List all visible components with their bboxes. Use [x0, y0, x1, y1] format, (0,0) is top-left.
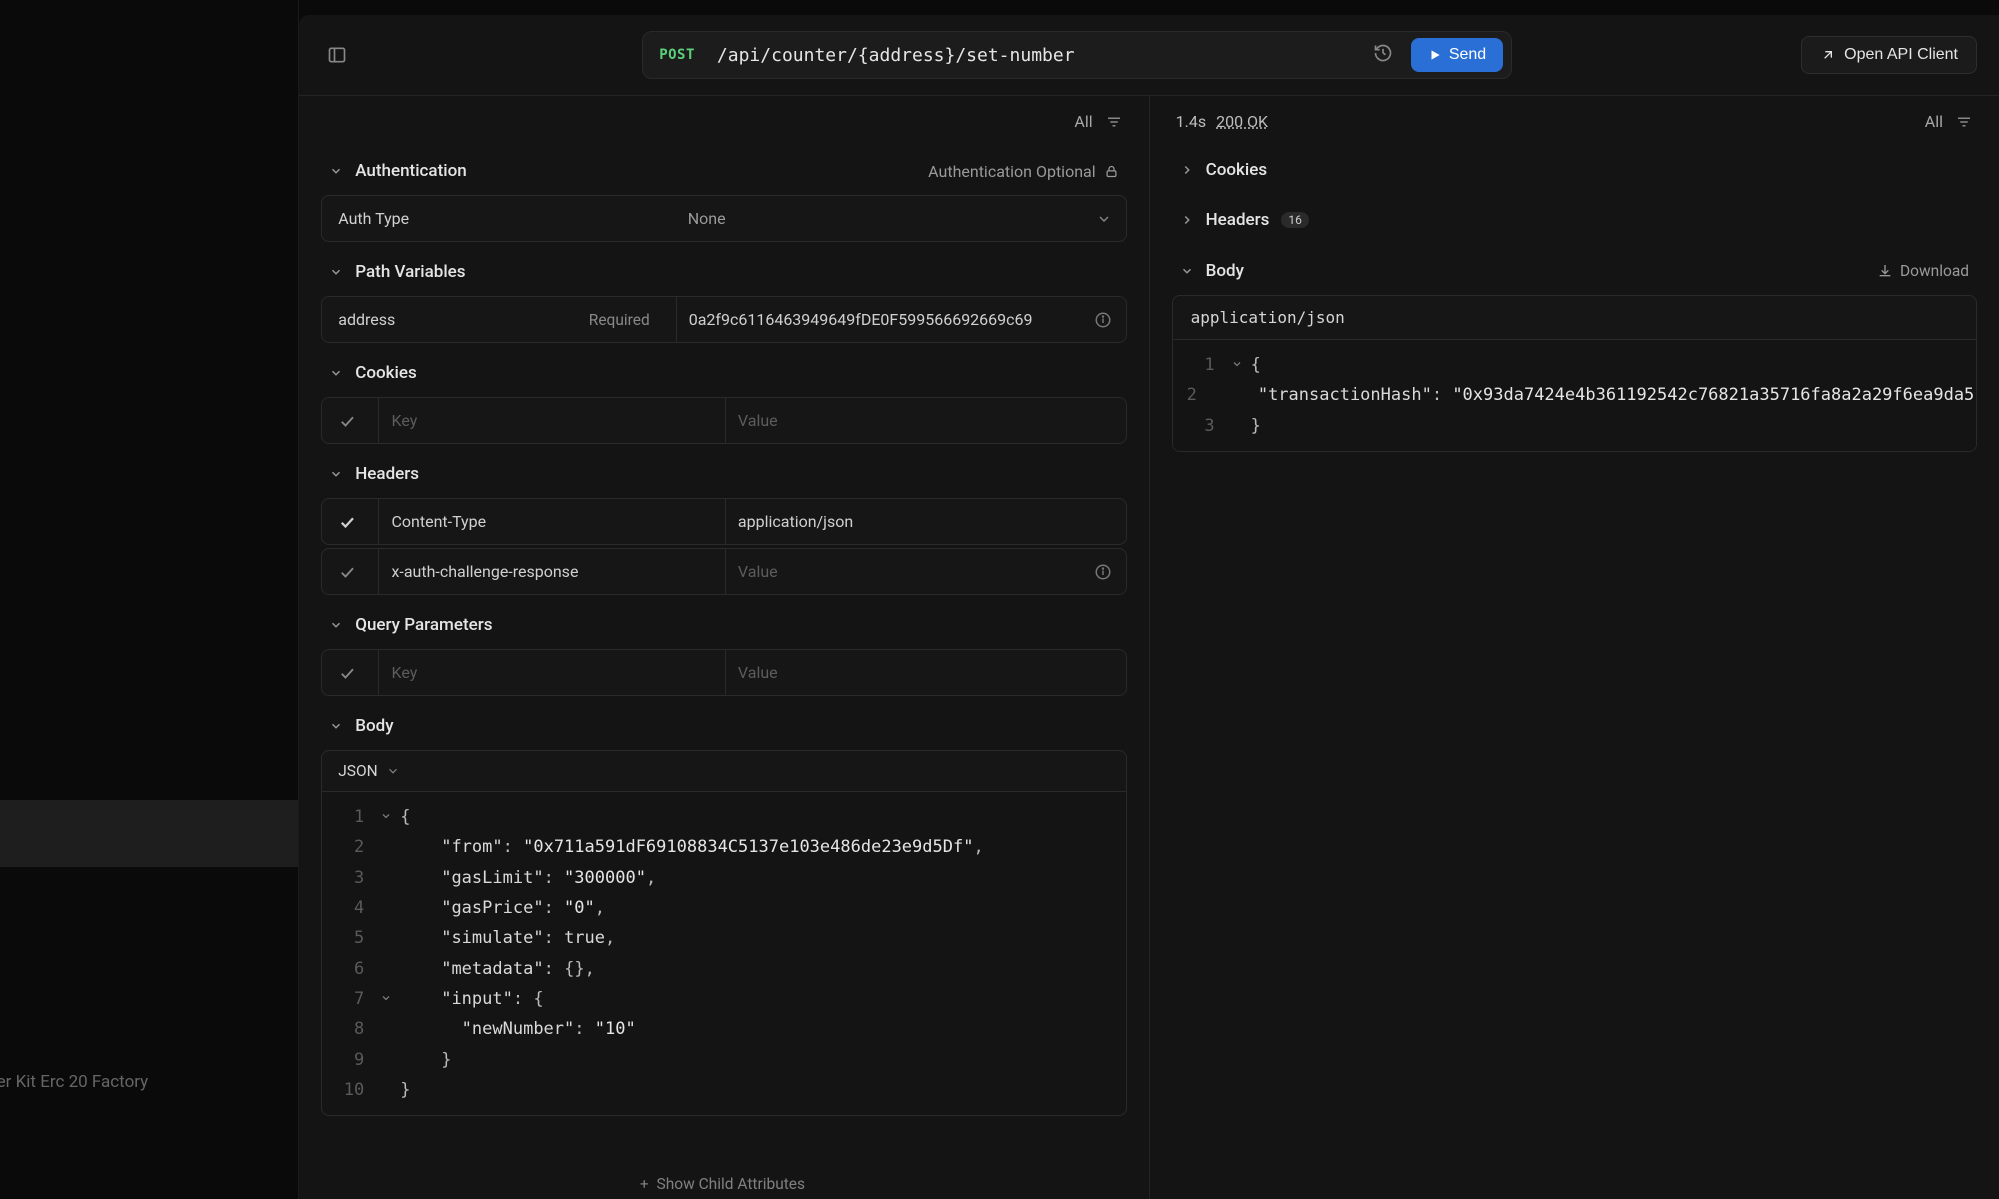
chevron-down-icon [1180, 264, 1194, 278]
topbar: POST /api/counter/{address}/set-number S… [299, 15, 1999, 96]
chevron-down-icon [329, 618, 343, 632]
body-type-select[interactable]: JSON [321, 750, 1126, 792]
resp-body-title: Body [1206, 261, 1244, 281]
chevron-down-icon [329, 265, 343, 279]
sidebar-background: wallwallwallwallwall/vewall wall/vewallw… [0, 0, 299, 1199]
open-api-client-label: Open API Client [1844, 46, 1958, 64]
auth-type-value: None [688, 196, 1086, 241]
chevron-right-icon [1180, 163, 1194, 177]
section-headers-req[interactable]: Headers [321, 448, 1126, 498]
path-var-key: address [338, 310, 395, 329]
show-child-attributes[interactable]: + Show Child Attributes [640, 1165, 805, 1193]
path-var-value-input[interactable] [689, 297, 1084, 342]
section-query-params[interactable]: Query Parameters [321, 599, 1126, 649]
response-body-viewer[interactable]: 1{2 "transactionHash": "0x93da7424e4b361… [1172, 340, 1977, 452]
section-cookies-resp[interactable]: Cookies [1150, 145, 1999, 195]
query-key-input[interactable] [391, 650, 710, 695]
section-cookies-req[interactable]: Cookies [321, 347, 1126, 397]
resp-headers-count: 16 [1281, 212, 1309, 228]
header-value[interactable]: application/json [738, 499, 1112, 544]
check-icon[interactable] [338, 563, 356, 581]
chevron-down-icon [329, 467, 343, 481]
lock-icon [1104, 164, 1119, 179]
required-tag: Required [589, 311, 660, 329]
send-button-label: Send [1449, 46, 1486, 64]
section-headers-resp[interactable]: Headers 16 [1150, 195, 1999, 245]
query-row-empty [321, 649, 1126, 696]
header-row: x-auth-challenge-response [321, 548, 1126, 595]
url-path[interactable]: /api/counter/{address}/set-number [717, 45, 1355, 66]
auth-optional-label: Authentication Optional [928, 162, 1095, 181]
header-value-input[interactable] [738, 549, 1084, 594]
request-filter-all[interactable]: All [1074, 112, 1092, 131]
chevron-down-icon [386, 764, 400, 778]
info-icon[interactable] [1094, 563, 1112, 581]
request-panel: All Authentication Authentication Option… [299, 96, 1149, 1199]
path-var-row: address Required [321, 296, 1126, 343]
chevron-down-icon [1096, 211, 1112, 227]
http-method-badge: POST [651, 45, 703, 65]
chevron-down-icon [329, 164, 343, 178]
query-value-input[interactable] [738, 650, 1112, 695]
cookie-row-empty [321, 397, 1126, 444]
query-title: Query Parameters [355, 615, 492, 635]
body-title: Body [355, 716, 393, 736]
check-icon[interactable] [338, 513, 356, 531]
request-body-editor[interactable]: 1{2 "from": "0x711a591dF69108834C5137e10… [321, 792, 1126, 1116]
send-button[interactable]: Send [1411, 38, 1503, 72]
auth-type-row[interactable]: Auth Type None [321, 195, 1126, 242]
response-time: 1.4s [1176, 112, 1206, 131]
download-button[interactable]: Download [1877, 262, 1969, 280]
headers-title: Headers [355, 464, 419, 484]
open-api-client-button[interactable]: Open API Client [1801, 36, 1977, 74]
cookie-value-input[interactable] [738, 398, 1112, 443]
response-panel: 1.4s 200 OK All Cookies Headers 16 [1150, 96, 1999, 1199]
response-status[interactable]: 200 OK [1216, 112, 1268, 131]
resp-cookies-title: Cookies [1206, 160, 1267, 180]
header-row: Content-Type application/json [321, 498, 1126, 545]
chevron-down-icon [329, 719, 343, 733]
chevron-down-icon [329, 366, 343, 380]
history-icon[interactable] [1369, 39, 1397, 71]
section-path-variables[interactable]: Path Variables [321, 246, 1126, 296]
cookie-key-input[interactable] [391, 398, 710, 443]
check-icon[interactable] [338, 412, 356, 430]
body-type-value: JSON [338, 762, 377, 780]
section-body-resp[interactable]: Body Download [1172, 245, 1977, 295]
info-icon[interactable] [1094, 311, 1112, 329]
header-key[interactable]: Content-Type [391, 499, 710, 544]
response-content-type: application/json [1172, 295, 1977, 340]
section-authentication[interactable]: Authentication Authentication Optional [321, 145, 1126, 195]
header-key[interactable]: x-auth-challenge-response [391, 549, 710, 594]
auth-title: Authentication [355, 161, 466, 181]
cookies-title: Cookies [355, 363, 416, 383]
response-filter-all[interactable]: All [1925, 112, 1943, 131]
auth-type-label: Auth Type [322, 196, 675, 241]
url-bar: POST /api/counter/{address}/set-number S… [642, 31, 1512, 79]
section-body-req[interactable]: Body [321, 700, 1126, 750]
check-icon[interactable] [338, 664, 356, 682]
main-panel: POST /api/counter/{address}/set-number S… [299, 15, 1999, 1199]
resp-headers-title: Headers [1206, 210, 1270, 230]
filter-icon[interactable] [1955, 113, 1973, 131]
chevron-right-icon [1180, 213, 1194, 227]
filter-icon[interactable] [1105, 113, 1123, 131]
path-vars-title: Path Variables [355, 262, 465, 282]
toggle-sidebar-icon[interactable] [321, 39, 353, 71]
download-label: Download [1900, 262, 1969, 280]
